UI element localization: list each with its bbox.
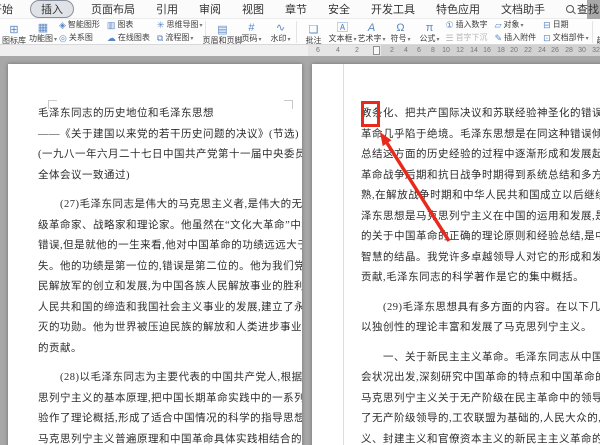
comment-icon: ❏ — [308, 23, 319, 36]
toolbar-separator — [591, 20, 593, 43]
menu-tab-page-layout[interactable]: 页面布局 — [87, 0, 139, 18]
flow-chart-icon: ⧉ — [156, 33, 164, 43]
word-art-icon: A — [367, 21, 376, 34]
chart-button[interactable]: ▥ 图表 — [107, 19, 150, 32]
text-box-icon: 🄰︎ — [336, 21, 348, 34]
relation-chart-icon: ◎ — [59, 33, 67, 43]
doc-subtitle-line: ——《关于建国以来党的若干历史问题的决议》(节选) — [38, 128, 299, 140]
formula-button[interactable]: π 公式 — [416, 19, 442, 44]
drop-cap-button: ☰ 首字下沉 — [445, 33, 488, 43]
flow-chart-button[interactable]: ⧉ 流程图 — [157, 32, 203, 45]
icon-library-button[interactable]: ⊞ 图标库 — [1, 19, 27, 44]
symbol-button[interactable]: Ω 符号 — [387, 19, 413, 44]
find-label: 查找 — [577, 4, 599, 16]
smart-graphic-button[interactable]: ◈ 智能图形 — [59, 19, 100, 32]
menu-tab-special-features[interactable]: 特色应用 — [432, 0, 484, 18]
menu-bar: 开始 插入 页面布局 引用 审阅 视图 章节 安全 开发工具 特色应用 文档助手… — [0, 0, 599, 19]
wps-writer-window: 开始 插入 页面布局 引用 审阅 视图 章节 安全 开发工具 特色应用 文档助手… — [0, 0, 600, 445]
menu-tab-start[interactable]: 开始 — [0, 0, 17, 18]
margin-corner-mark — [284, 100, 293, 109]
doc-title-line: 毛泽东同志的历史地位和毛泽东思想 — [38, 108, 214, 119]
calendar-icon: ⊟ — [543, 20, 551, 30]
diagram-group: ◈ 智能图形 ▥ 图表 ✳ 思维导图 ◎ 关系图 ☁ 在线图表 ⧉ 流程图 — [59, 19, 203, 45]
omega-icon: Ω — [396, 21, 405, 34]
toolbar-separator — [296, 20, 298, 43]
header-footer-icon: ▤ — [217, 23, 228, 36]
cloud-icon: ☁ — [106, 33, 116, 43]
text-box-button[interactable]: 🄰︎ 文本框 — [328, 19, 355, 44]
menu-tab-insert[interactable]: 插入 — [30, 0, 74, 18]
page-number-icon: # — [248, 21, 255, 34]
margin-guide-line — [343, 64, 344, 445]
horizontal-ruler: 6 4 2 2 4 6 8 10 12 14 16 18 20 22 24 26… — [0, 45, 600, 56]
hyperlink-button[interactable]: 超链接 — [596, 19, 600, 45]
object-button[interactable]: ▱ 对象 — [495, 19, 537, 32]
page-number-button[interactable]: # 页码 — [238, 19, 264, 44]
mind-map-icon: ✳ — [156, 20, 165, 30]
margin-corner-mark — [48, 100, 57, 109]
page-left-text: 毛泽东同志的历史地位和毛泽东思想 ——《关于建国以来党的若干历史问题的决议》(节… — [8, 64, 302, 445]
function-chart-icon: ▦ — [37, 21, 49, 34]
insert-ribbon: ⊞ 图标库 ▦ 功能图 ◈ 智能图形 ▥ 图表 ✳ 思维导图 ◎ 关系图 — [0, 19, 600, 45]
online-chart-button[interactable]: ☁ 在线图表 — [107, 32, 150, 45]
chart-icon: ▥ — [106, 20, 116, 30]
search-icon — [566, 5, 574, 13]
doc-parts-icon: ⊡ — [543, 33, 551, 43]
attachment-icon: ✎ — [494, 33, 503, 43]
number-icon: ① — [445, 20, 454, 30]
annotation-highlight-box — [361, 101, 380, 127]
smart-graphic-icon: ◈ — [59, 20, 66, 30]
document-page-left[interactable]: 毛泽东同志的历史地位和毛泽东思想 ——《关于建国以来党的若干历史问题的决议》(节… — [8, 64, 302, 445]
menu-tab-references[interactable]: 引用 — [152, 0, 182, 18]
menu-tab-security[interactable]: 安全 — [324, 0, 354, 18]
function-chart-button[interactable]: ▦ 功能图 — [29, 19, 56, 44]
drop-cap-icon: ☰ — [445, 33, 454, 43]
relation-chart-button[interactable]: ◎ 关系图 — [59, 32, 100, 45]
insert-number-button[interactable]: ① 插入数字 — [445, 19, 487, 32]
watermark-icon: ∿ — [275, 21, 286, 34]
document-canvas[interactable]: 毛泽东同志的历史地位和毛泽东思想 ——《关于建国以来党的若干历史问题的决议》(节… — [0, 56, 600, 445]
mind-map-button[interactable]: ✳ 思维导图 — [157, 19, 203, 32]
menu-tab-section[interactable]: 章节 — [281, 0, 311, 18]
watermark-button[interactable]: ∿ 水印 — [267, 19, 293, 44]
header-footer-button[interactable]: ▤ 页眉和页脚 — [202, 19, 242, 44]
word-art-button[interactable]: A 艺术字 — [357, 19, 384, 44]
attachment-button[interactable]: ✎ 插入附件 — [495, 32, 537, 45]
pi-icon: π — [425, 21, 434, 34]
menu-tab-dev-tools[interactable]: 开发工具 — [367, 0, 419, 18]
grid-icon: ⊞ — [9, 23, 19, 36]
menu-tab-doc-assistant[interactable]: 文档助手 — [497, 0, 549, 18]
object-group: ① 插入数字 ▱ 对象 ⊟ 日期 ☰ 首字下沉 ✎ 插入附件 ⊡ 文档部件 — [445, 19, 589, 45]
comment-button[interactable]: ❏ 批注 — [300, 19, 326, 44]
find-button[interactable]: 查找 — [566, 1, 599, 17]
object-icon: ▱ — [494, 20, 502, 30]
page-right-text: 教条化、把共产国际决议和苏联经验神圣化的错误倾向,使中国 革命几乎陷于绝境。毛泽… — [361, 108, 600, 445]
document-page-right[interactable]: 教条化、把共产国际决议和苏联经验神圣化的错误倾向,使中国 革命几乎陷于绝境。毛泽… — [312, 64, 600, 445]
date-button[interactable]: ⊟ 日期 — [543, 19, 589, 32]
menu-tab-view[interactable]: 视图 — [238, 0, 268, 18]
doc-parts-button[interactable]: ⊡ 文档部件 — [543, 32, 589, 45]
menu-tab-review[interactable]: 审阅 — [195, 0, 225, 18]
indent-marker[interactable] — [373, 46, 380, 55]
